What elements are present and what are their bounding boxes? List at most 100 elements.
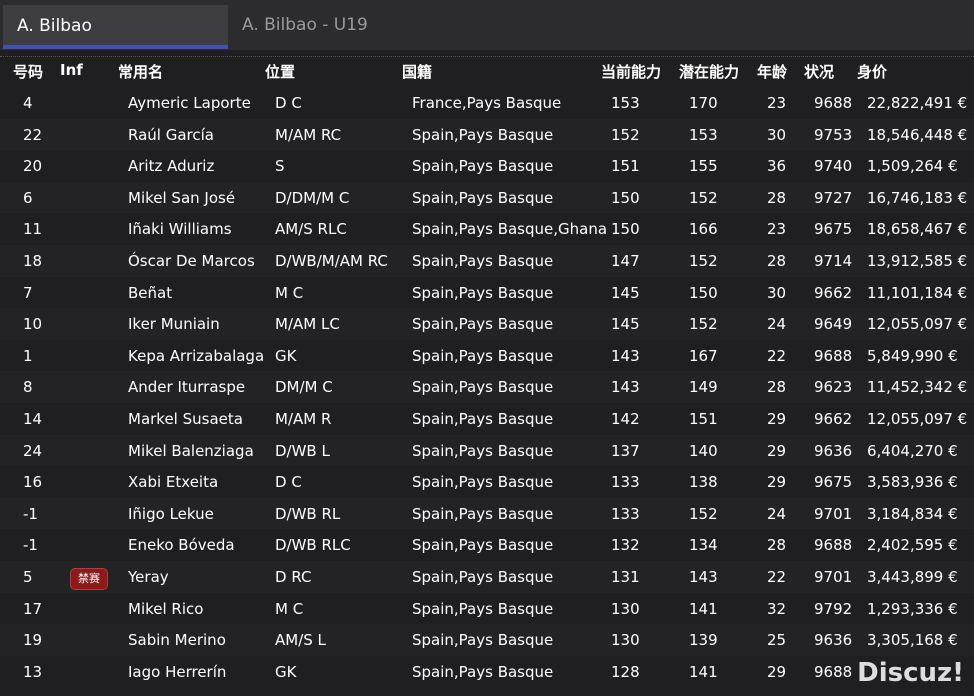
suspended-badge[interactable]: 禁赛 bbox=[70, 567, 108, 590]
player-nationality: France,Pays Basque bbox=[412, 94, 562, 112]
header-value[interactable]: 身价 bbox=[857, 61, 887, 82]
player-number: 19 bbox=[23, 631, 43, 650]
player-age: 29 bbox=[767, 473, 787, 492]
table-row[interactable]: 17 Mikel Rico M C Spain,Pays Basque 130 141 32… bbox=[0, 592, 974, 625]
table-header: 号码 Inf 常用名 位置 国籍 当前能力 潜在能力 年龄 状况 身价 bbox=[0, 58, 974, 84]
player-current-ability: 145 bbox=[611, 283, 640, 302]
player-value: 3,443,899 € bbox=[867, 567, 958, 586]
player-condition: 9675 bbox=[814, 473, 853, 492]
player-condition: 9792 bbox=[814, 599, 853, 618]
header-name[interactable]: 常用名 bbox=[118, 61, 163, 82]
player-condition: 9714 bbox=[814, 251, 853, 270]
player-current-ability: 150 bbox=[611, 220, 640, 239]
player-potential-ability: 150 bbox=[689, 283, 718, 302]
player-condition: 9662 bbox=[814, 283, 853, 302]
player-potential-ability: 139 bbox=[689, 631, 718, 650]
player-number: 20 bbox=[23, 157, 43, 176]
table-row[interactable]: 16 Xabi Etxeita D C Spain,Pays Basque 133 138… bbox=[0, 466, 974, 498]
tab-a-bilbao-u19[interactable]: A. Bilbao - U19 bbox=[228, 5, 428, 45]
table-row[interactable]: -1 Iñigo Lekue D/WB RL Spain,Pays Basque 133… bbox=[0, 497, 974, 530]
player-number: 17 bbox=[23, 599, 43, 618]
player-current-ability: 151 bbox=[611, 157, 640, 176]
table-row[interactable]: 7 Beñat M C Spain,Pays Basque 145 150 30 9662 11… bbox=[0, 276, 974, 309]
table-row[interactable]: 19 Sabin Merino AM/S L Spain,Pays Basque 130… bbox=[0, 624, 974, 656]
table-row[interactable]: 14 Markel Susaeta M/AM R Spain,Pays Basque 1… bbox=[0, 402, 974, 435]
table-row[interactable]: 6 Mikel San José D/DM/M C Spain,Pays Basque… bbox=[0, 181, 974, 214]
player-condition: 9675 bbox=[814, 220, 853, 239]
player-value: 11,101,184 € bbox=[867, 283, 968, 302]
player-age: 24 bbox=[767, 315, 787, 334]
player-value: 12,055,097 € bbox=[867, 315, 968, 334]
player-current-ability: 131 bbox=[611, 567, 640, 586]
player-current-ability: 152 bbox=[611, 125, 640, 144]
table-row[interactable]: 4 Aymeric Laporte D C France,Pays Basque 153… bbox=[0, 87, 974, 119]
player-number: 14 bbox=[23, 409, 43, 428]
player-potential-ability: 166 bbox=[689, 220, 718, 239]
player-current-ability: 130 bbox=[611, 599, 640, 618]
player-position: S bbox=[275, 157, 285, 176]
header-potential-ability[interactable]: 潜在能力 bbox=[679, 61, 739, 82]
player-name: Ander Iturraspe bbox=[128, 378, 246, 397]
player-position: D C bbox=[275, 473, 302, 492]
player-condition: 9623 bbox=[814, 378, 853, 397]
table-row[interactable]: 10 Iker Muniain M/AM LC Spain,Pays Basque 14… bbox=[0, 308, 974, 340]
header-age[interactable]: 年龄 bbox=[757, 61, 787, 82]
header-current-ability[interactable]: 当前能力 bbox=[601, 61, 661, 82]
player-current-ability: 143 bbox=[611, 346, 640, 365]
player-nationality: Spain,Pays Basque bbox=[412, 662, 554, 681]
player-value: 11,452,342 € bbox=[867, 378, 968, 397]
player-age: 22 bbox=[767, 567, 787, 586]
player-number: -1 bbox=[23, 504, 38, 523]
table-row[interactable]: 24 Mikel Balenziaga D/WB L Spain,Pays Basqu… bbox=[0, 434, 974, 467]
player-value: 18,546,448 € bbox=[867, 125, 968, 144]
table-row[interactable]: -1 Eneko Bóveda D/WB RLC Spain,Pays Basque 1… bbox=[0, 529, 974, 561]
player-nationality: Spain,Pays Basque bbox=[412, 125, 554, 144]
player-position: D C bbox=[275, 94, 302, 112]
player-name: Aritz Aduriz bbox=[128, 157, 215, 176]
player-nationality: Spain,Pays Basque bbox=[412, 599, 554, 618]
table-row[interactable]: 20 Aritz Aduriz S Spain,Pays Basque 151 155 36… bbox=[0, 150, 974, 182]
player-age: 28 bbox=[767, 188, 787, 207]
player-nationality: Spain,Pays Basque bbox=[412, 409, 554, 428]
player-age: 23 bbox=[767, 220, 787, 239]
player-current-ability: 150 bbox=[611, 188, 640, 207]
player-name: Beñat bbox=[128, 283, 173, 302]
header-number[interactable]: 号码 bbox=[13, 61, 43, 82]
player-current-ability: 133 bbox=[611, 504, 640, 523]
player-condition: 9688 bbox=[814, 94, 853, 112]
tab-bar: A. Bilbao A. Bilbao - U19 bbox=[0, 0, 974, 50]
player-list: 4 Aymeric Laporte D C France,Pays Basque 153… bbox=[0, 87, 974, 688]
tab-a-bilbao[interactable]: A. Bilbao bbox=[3, 5, 228, 49]
player-name: Raúl García bbox=[128, 125, 214, 144]
player-condition: 9701 bbox=[814, 567, 853, 586]
header-condition[interactable]: 状况 bbox=[804, 61, 834, 82]
player-position: D/WB RLC bbox=[275, 536, 351, 555]
player-number: 13 bbox=[23, 662, 43, 681]
player-potential-ability: 152 bbox=[689, 251, 718, 270]
player-current-ability: 137 bbox=[611, 441, 640, 460]
player-potential-ability: 143 bbox=[689, 567, 718, 586]
table-row[interactable]: 22 Raúl García M/AM RC Spain,Pays Basque 152… bbox=[0, 118, 974, 151]
player-potential-ability: 152 bbox=[689, 315, 718, 334]
table-row[interactable]: 禁赛 5 Yeray D RC Spain,Pays Basque 131 143 22 970… bbox=[0, 560, 974, 593]
player-potential-ability: 141 bbox=[689, 599, 718, 618]
table-row[interactable]: 11 Iñaki Williams AM/S RLC Spain,Pays Basqu… bbox=[0, 213, 974, 245]
player-position: M C bbox=[275, 283, 304, 302]
player-value: 3,184,834 € bbox=[867, 504, 958, 523]
table-row[interactable]: 1 Kepa Arrizabalaga GK Spain,Pays Basque 143… bbox=[0, 339, 974, 372]
table-row[interactable]: 18 Óscar De Marcos D/WB/M/AM RC Spain,Pays … bbox=[0, 244, 974, 277]
player-nationality: Spain,Pays Basque bbox=[412, 283, 554, 302]
player-position: M/AM R bbox=[275, 409, 332, 428]
header-position[interactable]: 位置 bbox=[265, 61, 295, 82]
player-potential-ability: 155 bbox=[689, 157, 718, 176]
table-row[interactable]: 13 Iago Herrerín GK Spain,Pays Basque 128 141… bbox=[0, 655, 974, 688]
player-name: Yeray bbox=[128, 567, 169, 586]
player-position: D/WB/M/AM RC bbox=[275, 251, 388, 270]
player-name: Mikel Rico bbox=[128, 599, 204, 618]
header-inf[interactable]: Inf bbox=[60, 61, 83, 79]
header-nationality[interactable]: 国籍 bbox=[402, 61, 432, 82]
player-value: 6,404,270 € bbox=[867, 441, 958, 460]
table-row[interactable]: 8 Ander Iturraspe DM/M C Spain,Pays Basque 1… bbox=[0, 371, 974, 403]
player-age: 25 bbox=[767, 631, 787, 650]
player-current-ability: 130 bbox=[611, 631, 640, 650]
